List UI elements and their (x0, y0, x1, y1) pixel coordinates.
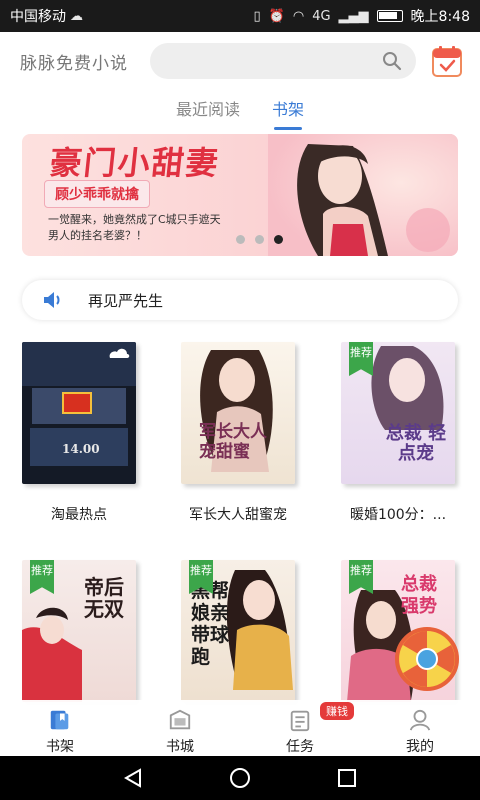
book-cover[interactable]: 黑帮 娘亲 带球 跑 推荐 (181, 560, 295, 702)
app-title: 脉脉免费小说 (20, 53, 128, 74)
cover-title-text: 黑帮 娘亲 带球 跑 (191, 580, 230, 668)
cover-title-text: 军长大人 宠甜蜜 (199, 422, 267, 462)
tasks-icon (290, 710, 310, 732)
earn-money-badge: 赚钱 (320, 702, 354, 720)
signal-icon: ▂▄▆ (338, 8, 369, 24)
tab-recent-reading[interactable]: 最近阅读 (176, 96, 240, 130)
status-icons: ▯ ⏰ ◠ 4G ▂▄▆ 晚上8:48 (254, 6, 471, 26)
vibrate-icon: ▯ (253, 8, 261, 24)
checkin-calendar-icon[interactable] (432, 45, 462, 77)
nav-bookstore[interactable]: 书城 (120, 700, 240, 756)
banner-illustration (268, 134, 458, 256)
search-input[interactable] (150, 43, 416, 79)
book-cover[interactable]: 帝后无双 推荐 (22, 560, 136, 702)
status-bar: 中国移动 ☁ ▯ ⏰ ◠ 4G ▂▄▆ 晚上8:48 (0, 0, 480, 32)
carrier-name: 中国移动 (10, 9, 66, 25)
bottom-navigation: 书架 书城 赚钱 任务 我的 (0, 700, 480, 756)
book-cover[interactable]: 总裁 轻点宠 推荐 (341, 342, 455, 484)
nav-bookshelf[interactable]: 书架 (0, 700, 120, 756)
bookshelf-icon (50, 710, 69, 730)
home-icon[interactable] (228, 766, 252, 790)
wifi-icon: ◠ (292, 8, 305, 24)
book-title: 军长大人甜蜜宠 (189, 507, 287, 523)
promo-banner[interactable]: 豪门小甜妻 顾少乖乖就擒 一觉醒来，她竟然成了C城只手遮天 男人的挂名老婆？！ (22, 134, 458, 256)
clock: 晚上8:48 (410, 9, 470, 25)
banner-desc-line-1: 一觉醒来，她竟然成了C城只手遮天 (48, 213, 221, 226)
cloud-logo-icon (109, 348, 130, 358)
nav-label: 书城 (166, 739, 194, 755)
cover-price: 14.00 (62, 442, 100, 456)
search-icon[interactable] (382, 51, 402, 71)
nav-label: 书架 (46, 739, 74, 755)
nav-label: 我的 (406, 739, 434, 755)
nav-label: 任务 (286, 739, 314, 755)
speaker-icon (44, 292, 60, 308)
recent-apps-icon[interactable] (336, 767, 358, 789)
cover-title-text: 总裁 轻点宠 (385, 423, 447, 464)
system-navigation-bar (0, 756, 480, 800)
cover-title-text: 总裁 强势 (401, 574, 437, 617)
carousel-indicator (236, 235, 283, 244)
announcement-text: 再见严先生 (88, 291, 164, 310)
carrier-info: 中国移动 ☁ (10, 6, 254, 26)
tab-bookshelf[interactable]: 书架 (272, 96, 304, 130)
carousel-dot[interactable] (236, 235, 245, 244)
bookstore-icon (169, 709, 191, 730)
search-bar[interactable] (150, 43, 416, 79)
banner-tag: 顾少乖乖就擒 (44, 180, 150, 208)
shelf-tabs: 最近阅读 书架 (0, 96, 480, 130)
back-icon[interactable] (122, 767, 144, 789)
book-cover[interactable]: 军长大人 宠甜蜜 (181, 342, 295, 484)
alarm-icon: ⏰ (268, 8, 285, 24)
lucky-wheel-icon[interactable] (394, 626, 460, 692)
nav-tasks[interactable]: 赚钱 任务 (240, 700, 360, 756)
book-title: 淘最热点 (51, 507, 107, 523)
cover-illustration (200, 350, 273, 472)
announcement-bar[interactable]: 再见严先生 (22, 280, 458, 320)
app-header: 脉脉免费小说 (0, 32, 480, 90)
carousel-dot[interactable] (255, 235, 264, 244)
banner-desc-line-2: 男人的挂名老婆？！ (48, 229, 147, 242)
network-type-label: 4G (312, 8, 331, 24)
book-cover[interactable]: 14.00 (22, 342, 136, 484)
battery-icon (376, 10, 403, 22)
book-title: 暖婚100分：... (349, 507, 447, 523)
profile-icon (409, 709, 431, 731)
banner-title: 豪门小甜妻 (47, 144, 222, 182)
carousel-dot[interactable] (274, 235, 283, 244)
banner-description: 一觉醒来，她竟然成了C城只手遮天 男人的挂名老婆？！ (48, 212, 268, 244)
nav-profile[interactable]: 我的 (360, 700, 480, 756)
cloud-icon: ☁ (70, 8, 83, 24)
cover-title-text: 帝后无双 (84, 575, 124, 621)
